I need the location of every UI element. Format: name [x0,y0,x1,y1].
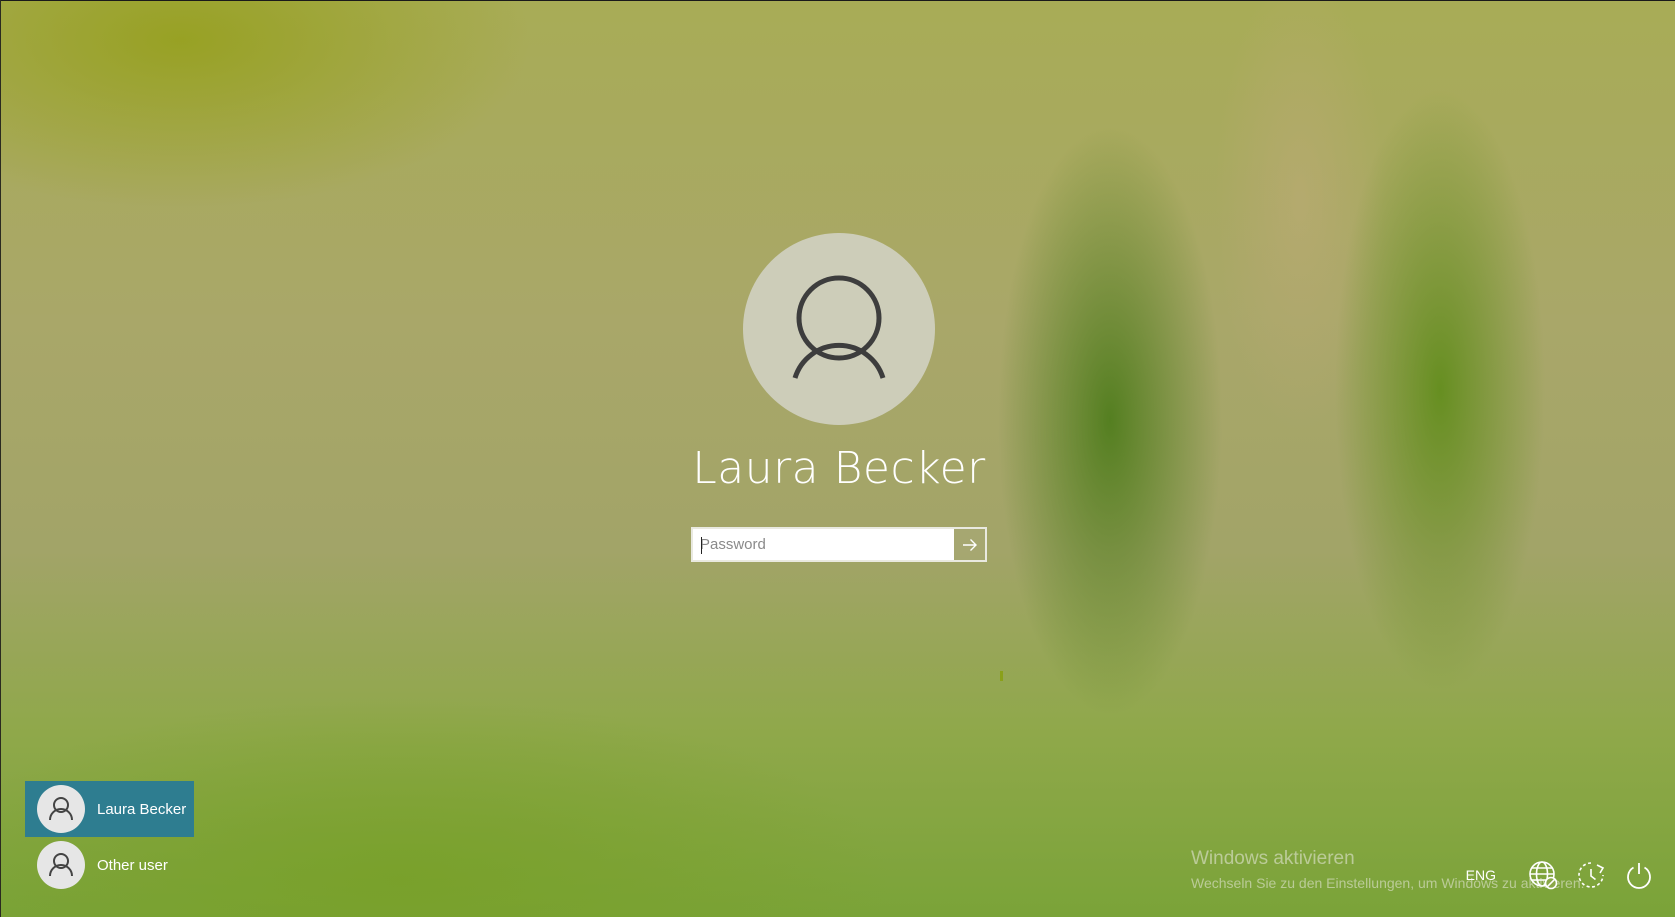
user-icon [792,275,886,379]
user-item-label: Laura Becker [97,800,187,818]
network-icon [1529,861,1558,890]
power-icon [1627,863,1651,889]
mini-avatar [37,785,85,833]
text-caret [701,537,702,554]
mini-avatar [37,841,85,889]
user-avatar [743,233,935,425]
password-box [691,527,987,562]
user-name: Laura Becker [692,443,986,494]
power-button[interactable] [1621,857,1657,893]
user-icon [49,853,73,877]
user-icon [49,797,73,821]
password-input[interactable] [693,529,954,560]
network-button[interactable] [1525,857,1561,893]
top-border [0,0,1675,1]
language-indicator[interactable]: ENG [1466,867,1496,883]
ease-of-access-icon [1578,862,1605,888]
user-item-other-user[interactable]: Other user [25,837,194,893]
arrow-right-icon [962,538,977,551]
user-item-label: Other user [97,856,168,874]
ease-of-access-button[interactable] [1573,857,1609,893]
left-border [0,0,1,917]
user-item-laura-becker[interactable]: Laura Becker [25,781,194,837]
submit-button[interactable] [954,529,985,560]
system-tray: ENG [1466,857,1657,893]
user-switcher-list: Laura Becker Other user [25,781,194,893]
lock-screen: Laura Becker Laura Becker Other user Win… [0,0,1675,917]
background-speck [1000,671,1003,681]
